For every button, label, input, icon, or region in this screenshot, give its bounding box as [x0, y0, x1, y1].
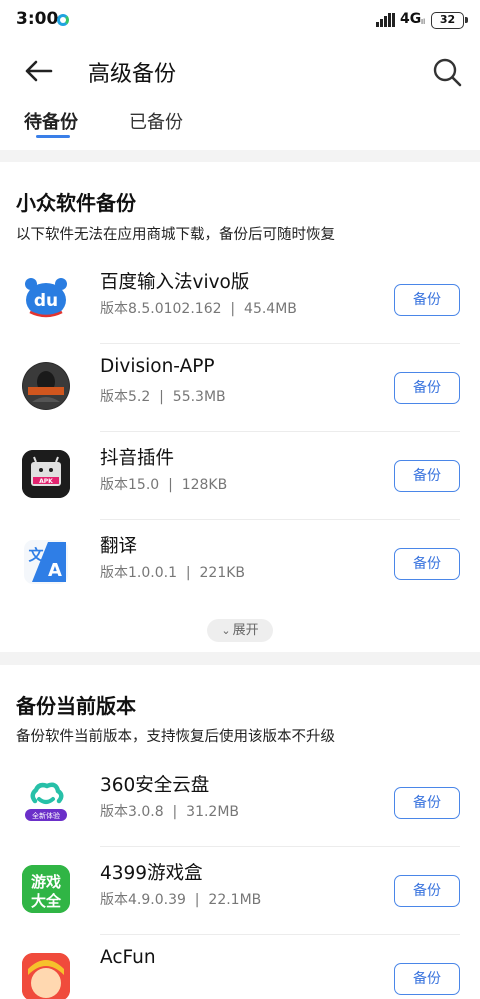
app-name: 360安全云盘: [100, 775, 210, 796]
section-title: 备份当前版本: [16, 694, 136, 718]
svg-text:全新体验: 全新体验: [32, 811, 60, 820]
translate-icon: 文 A: [22, 538, 70, 586]
status-bar: 3:00 4G Il 32: [0, 0, 480, 40]
back-arrow-icon: [25, 60, 53, 82]
backup-button[interactable]: 备份: [394, 875, 460, 907]
app-row[interactable]: Division-APP 版本5.2 | 55.3MB 备份: [0, 344, 480, 432]
svg-text:A: A: [48, 560, 62, 581]
apk-plugin-icon: APK: [22, 450, 70, 498]
expand-button[interactable]: ⌄ 展开: [207, 619, 273, 642]
section-description: 备份软件当前版本，支持恢复后使用该版本不升级: [16, 729, 335, 745]
search-icon: [433, 58, 462, 87]
tab-backed-up[interactable]: 已备份: [129, 108, 183, 134]
app-name: 4399游戏盒: [100, 863, 203, 884]
app-size: 128KB: [181, 477, 228, 493]
notification-app-icon: [57, 14, 69, 26]
battery-icon: 32: [431, 12, 468, 29]
app-name: 翻译: [100, 536, 138, 557]
app-version: 版本15.0: [100, 477, 160, 493]
baidu-input-icon: du: [22, 274, 70, 322]
app-version: 版本1.0.0.1: [100, 565, 177, 581]
signal-icon: [376, 13, 396, 27]
cloud-disk-icon: 全新体验: [22, 777, 70, 825]
app-size: 22.1MB: [208, 892, 262, 908]
back-button[interactable]: [22, 56, 56, 86]
svg-text:du: du: [34, 291, 58, 311]
app-meta: 版本3.0.8 | 31.2MB: [100, 804, 240, 820]
division-app-icon: [22, 362, 70, 410]
tab-pending-backup[interactable]: 待备份: [24, 108, 78, 134]
app-size: 55.3MB: [172, 389, 226, 405]
app-name: AcFun: [100, 947, 156, 968]
app-row[interactable]: APK 抖音插件 版本15.0 | 128KB 备份: [0, 432, 480, 520]
app-meta: 版本4.9.0.39 | 22.1MB: [100, 892, 262, 908]
app-size: 31.2MB: [186, 804, 240, 820]
backup-button[interactable]: 备份: [394, 372, 460, 404]
expand-label: 展开: [232, 623, 259, 638]
svg-text:游戏: 游戏: [31, 873, 61, 891]
app-version: 版本5.2: [100, 389, 151, 405]
app-meta: 版本5.2 | 55.3MB: [100, 389, 226, 405]
app-size: 221KB: [199, 565, 246, 581]
section-description: 以下软件无法在应用商城下载，备份后可随时恢复: [16, 227, 335, 243]
app-row[interactable]: 游戏 大全 4399游戏盒 版本4.9.0.39 | 22.1MB 备份: [0, 847, 480, 935]
backup-button[interactable]: 备份: [394, 548, 460, 580]
app-name: 百度输入法vivo版: [100, 272, 250, 293]
backup-button[interactable]: 备份: [394, 963, 460, 995]
backup-button[interactable]: 备份: [394, 460, 460, 492]
niche-software-section: 小众软件备份 以下软件无法在应用商城下载，备份后可随时恢复 du 百度输入法vi…: [0, 162, 480, 652]
search-button[interactable]: [430, 55, 464, 89]
current-version-section: 备份当前版本 备份软件当前版本，支持恢复后使用该版本不升级 全新体验 360安全…: [0, 665, 480, 999]
app-row[interactable]: 文 A 翻译 版本1.0.0.1 | 221KB 备份: [0, 520, 480, 608]
app-version: 版本3.0.8: [100, 804, 164, 820]
svg-text:APK: APK: [39, 478, 53, 485]
acfun-icon: [22, 953, 70, 999]
app-row[interactable]: 全新体验 360安全云盘 版本3.0.8 | 31.2MB 备份: [0, 759, 480, 847]
network-type: 4G: [400, 11, 422, 27]
game-box-icon: 游戏 大全: [22, 865, 70, 913]
app-row[interactable]: AcFun 备份: [0, 935, 480, 999]
backup-button[interactable]: 备份: [394, 787, 460, 819]
page-title: 高级备份: [88, 62, 177, 87]
network-activity: Il: [421, 18, 426, 26]
chevron-down-icon: ⌄: [221, 624, 231, 637]
app-version: 版本8.5.0102.162: [100, 301, 222, 317]
status-time: 3:00: [16, 9, 59, 29]
svg-text:文: 文: [28, 546, 44, 564]
app-version: 版本4.9.0.39: [100, 892, 186, 908]
section-title: 小众软件备份: [16, 191, 136, 215]
app-size: 45.4MB: [244, 301, 297, 317]
svg-text:大全: 大全: [31, 892, 62, 910]
app-header: 高级备份 待备份 已备份: [0, 40, 480, 150]
app-name: 抖音插件: [100, 448, 175, 469]
active-tab-indicator: [36, 135, 70, 138]
app-meta: 版本15.0 | 128KB: [100, 477, 228, 493]
backup-button[interactable]: 备份: [394, 284, 460, 316]
app-name: Division-APP: [100, 356, 215, 377]
app-meta: 版本8.5.0102.162 | 45.4MB: [100, 301, 297, 317]
app-meta: 版本1.0.0.1 | 221KB: [100, 565, 246, 581]
app-row[interactable]: du 百度输入法vivo版 版本8.5.0102.162 | 45.4MB 备份: [0, 256, 480, 344]
